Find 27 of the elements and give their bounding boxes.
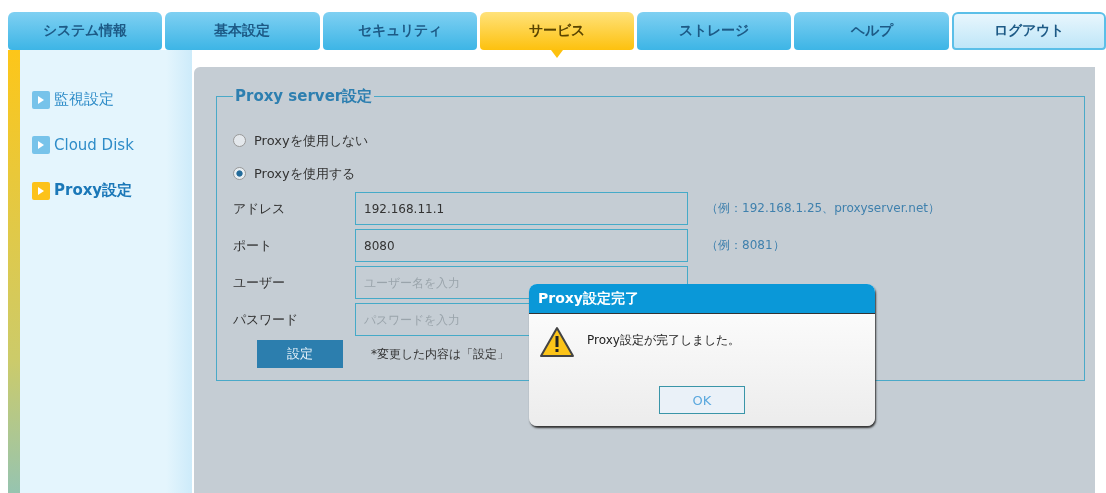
radio-button[interactable] (233, 167, 246, 180)
note-text: *変更した内容は「設定」 (371, 345, 509, 363)
radio-label: Proxyを使用する (254, 164, 355, 183)
nav-tab[interactable]: 基本設定 (165, 12, 320, 50)
sidebar-item[interactable]: 監視設定 (32, 90, 192, 109)
input-field[interactable]: 8080 (355, 229, 688, 262)
nav-tab[interactable]: ストレージ (637, 12, 792, 50)
warning-icon (539, 326, 575, 358)
sidebar-item[interactable]: Cloud Disk (32, 136, 192, 154)
field-label: ポート (233, 236, 273, 255)
nav-tab[interactable]: ログアウト (951, 12, 1106, 50)
submit-button[interactable]: 設定 (257, 340, 343, 368)
nav-tab[interactable]: ヘルプ (794, 12, 949, 50)
radio-button[interactable] (233, 134, 246, 147)
field-label: アドレス (233, 199, 286, 218)
section-title: Proxy server設定 (234, 87, 374, 106)
field-label: ユーザー (233, 273, 286, 292)
field-hint: （例：8081） (706, 237, 785, 254)
radio-label: Proxyを使用しない (254, 131, 368, 150)
field-label: パスワード (233, 310, 299, 329)
input-field[interactable]: 192.168.11.1 (355, 192, 688, 225)
nav-tab[interactable]: セキュリティ (322, 12, 477, 50)
ok-button[interactable]: OK (659, 386, 745, 414)
nav-tab[interactable]: システム情報 (8, 12, 163, 50)
dialog-title: Proxy設定完了 (529, 284, 875, 314)
field-hint: （例：192.168.1.25、proxyserver.net） (706, 200, 940, 217)
sidebar-item[interactable]: Proxy設定 (32, 181, 192, 200)
